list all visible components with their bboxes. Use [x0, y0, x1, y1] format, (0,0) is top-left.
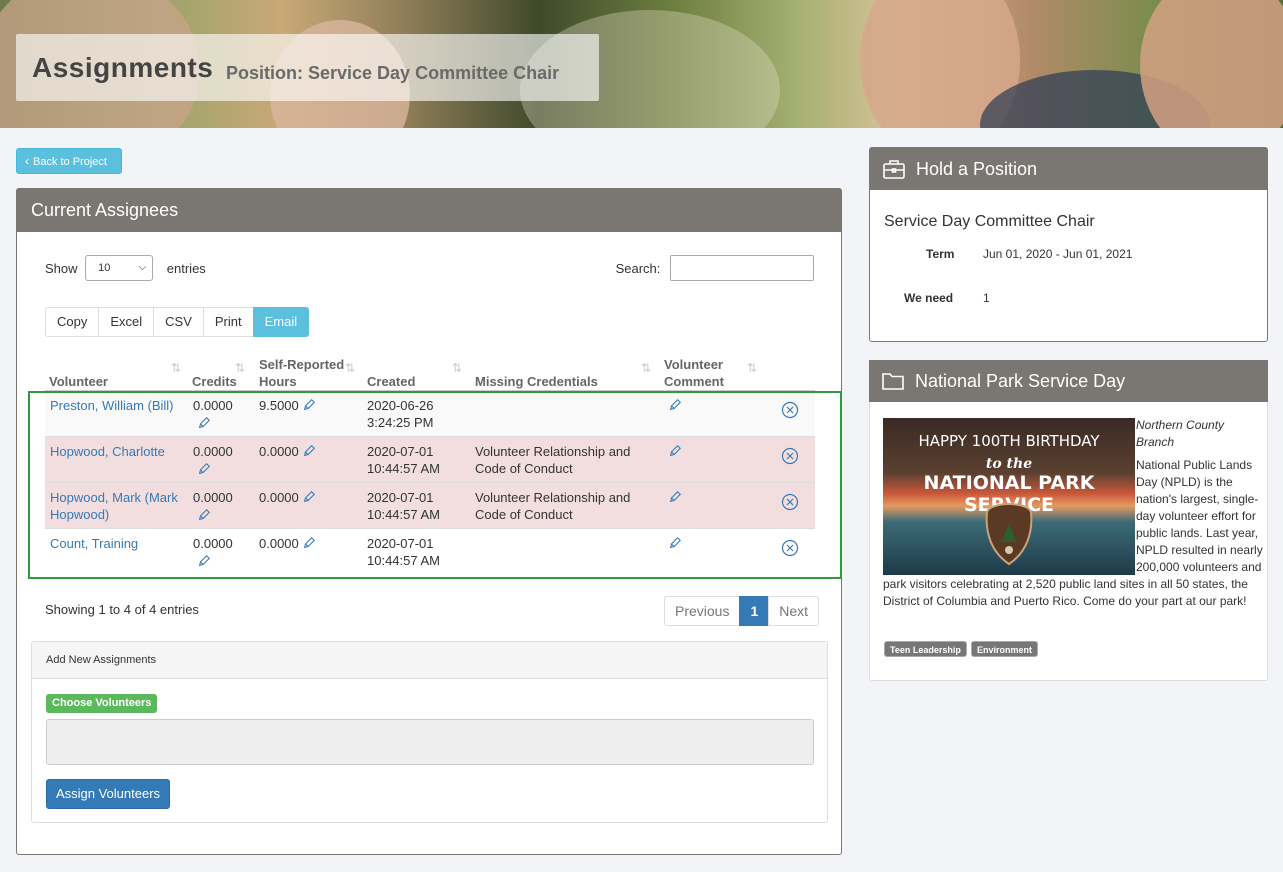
missing-credentials: Volunteer Relationship and Code of Conduc…	[475, 444, 631, 476]
created-date: 2020-06-26 3:24:25 PM	[367, 398, 434, 430]
remove-circle-icon[interactable]	[781, 493, 799, 511]
edit-comment-pencil-icon[interactable]	[668, 533, 682, 550]
column-created[interactable]: Created	[367, 373, 415, 390]
table-row: Preston, William (Bill) 0.0000 9.5000 20…	[45, 391, 815, 437]
chevron-down-icon: ⌵	[138, 262, 147, 273]
folder-icon	[882, 373, 904, 390]
credits-value: 0.0000	[193, 490, 233, 505]
sort-icon[interactable]: ⇅	[452, 361, 462, 375]
project-header: National Park Service Day	[869, 360, 1268, 402]
column-missing-credentials[interactable]: Missing Credentials	[475, 373, 598, 390]
header-banner: Assignments Position: Service Day Commit…	[0, 0, 1283, 128]
assignees-table: Volunteer ⇅ Credits ⇅ Self-Reported Hour…	[45, 355, 815, 573]
table-row: Hopwood, Charlotte 0.0000 0.0000 2020-07…	[45, 437, 815, 483]
hours-value: 0.0000	[259, 490, 299, 505]
export-buttons: Copy Excel CSV Print Email	[45, 307, 310, 337]
choose-volunteers-button[interactable]: Choose Volunteers	[46, 694, 158, 713]
term-label: Term	[926, 247, 955, 261]
credits-value: 0.0000	[193, 536, 233, 551]
edit-credits-pencil-icon[interactable]	[197, 459, 211, 476]
search-input[interactable]	[670, 255, 814, 281]
hours-value: 0.0000	[259, 536, 299, 551]
briefcase-icon	[883, 160, 905, 179]
next-page-button[interactable]: Next	[768, 596, 820, 626]
page-subtitle: Position: Service Day Committee Chair	[226, 63, 560, 83]
project-panel: National Park Service Day HAPPY 100TH BI…	[869, 360, 1268, 681]
page-title: Assignments	[32, 52, 214, 83]
remove-circle-icon[interactable]	[781, 447, 799, 465]
hold-position-header: Hold a Position	[870, 148, 1267, 190]
column-credits[interactable]: Credits	[192, 373, 237, 390]
hours-value: 9.5000	[259, 398, 299, 413]
page-title-box: Assignments Position: Service Day Commit…	[16, 34, 599, 101]
column-volunteer[interactable]: Volunteer	[49, 373, 108, 390]
sort-icon[interactable]: ⇅	[641, 361, 651, 375]
table-row: Count, Training 0.0000 0.0000 2020-07-01…	[45, 529, 815, 573]
print-button[interactable]: Print	[202, 307, 254, 337]
created-date: 2020-07-01 10:44:57 AM	[367, 490, 440, 522]
credits-value: 0.0000	[193, 398, 233, 413]
sort-icon[interactable]: ⇅	[345, 361, 355, 375]
volunteer-link[interactable]: Preston, William (Bill)	[50, 397, 190, 414]
excel-button[interactable]: Excel	[98, 307, 155, 337]
panel-title: Current Assignees	[17, 189, 841, 232]
edit-credits-pencil-icon[interactable]	[197, 551, 211, 568]
page-1-button[interactable]: 1	[739, 596, 770, 626]
project-description: National Public Lands Day (NPLD) is the …	[883, 458, 1263, 608]
edit-credits-pencil-icon[interactable]	[197, 505, 211, 522]
tag-environment[interactable]: Environment	[971, 641, 1039, 657]
column-hours-line1[interactable]: Self-Reported	[259, 356, 344, 373]
edit-hours-pencil-icon[interactable]	[302, 487, 316, 504]
assign-volunteers-button[interactable]: Assign Volunteers	[46, 779, 170, 809]
volunteer-link[interactable]: Hopwood, Mark (Mark Hopwood)	[50, 489, 190, 523]
position-name: Service Day Committee Chair	[884, 213, 1095, 230]
edit-comment-pencil-icon[interactable]	[668, 395, 682, 412]
back-to-project-button[interactable]: ‹ Back to Project	[16, 148, 122, 174]
csv-button[interactable]: CSV	[153, 307, 204, 337]
edit-hours-pencil-icon[interactable]	[302, 441, 316, 458]
need-value: 1	[983, 291, 990, 305]
volunteers-textarea[interactable]	[46, 719, 814, 765]
edit-comment-pencil-icon[interactable]	[668, 487, 682, 504]
created-date: 2020-07-01 10:44:57 AM	[367, 536, 440, 568]
volunteer-link[interactable]: Count, Training	[50, 535, 190, 552]
column-comment-line2[interactable]: Comment	[664, 373, 724, 390]
table-row: Hopwood, Mark (Mark Hopwood) 0.0000 0.000…	[45, 483, 815, 529]
remove-circle-icon[interactable]	[781, 401, 799, 419]
hold-position-panel: Hold a Position Service Day Committee Ch…	[869, 147, 1268, 342]
credits-value: 0.0000	[193, 444, 233, 459]
table-info: Showing 1 to 4 of 4 entries	[45, 602, 199, 617]
missing-credentials: Volunteer Relationship and Code of Conduc…	[475, 490, 631, 522]
edit-hours-pencil-icon[interactable]	[302, 533, 316, 550]
hours-value: 0.0000	[259, 444, 299, 459]
remove-circle-icon[interactable]	[781, 539, 799, 557]
email-button[interactable]: Email	[252, 307, 310, 337]
column-hours-line2[interactable]: Hours	[259, 373, 297, 390]
sort-icon[interactable]: ⇅	[747, 361, 757, 375]
chevron-left-icon: ‹	[25, 154, 29, 168]
edit-hours-pencil-icon[interactable]	[302, 395, 316, 412]
edit-comment-pencil-icon[interactable]	[668, 441, 682, 458]
sort-icon[interactable]: ⇅	[235, 361, 245, 375]
pagination: Previous 1 Next	[664, 596, 820, 626]
add-assignments-title: Add New Assignments	[32, 642, 827, 679]
term-value: Jun 01, 2020 - Jun 01, 2021	[983, 247, 1133, 261]
page-size-select[interactable]: 10 ⌵	[85, 255, 154, 281]
copy-button[interactable]: Copy	[45, 307, 100, 337]
search-control: Search:	[616, 255, 814, 281]
page-size-control: Show 10 ⌵ entries	[45, 255, 206, 281]
edit-credits-pencil-icon[interactable]	[197, 413, 211, 430]
volunteer-link[interactable]: Hopwood, Charlotte	[50, 443, 190, 460]
add-assignments-box: Add New Assignments Choose Volunteers As…	[31, 641, 828, 823]
project-organization: Northern County Branch	[1136, 418, 1225, 449]
sort-icon[interactable]: ⇅	[171, 361, 181, 375]
created-date: 2020-07-01 10:44:57 AM	[367, 444, 440, 476]
need-label: We need	[904, 291, 954, 305]
current-assignees-panel: Current Assignees Show 10 ⌵ entries Searc…	[16, 188, 842, 855]
tag-teen-leadership[interactable]: Teen Leadership	[884, 641, 967, 657]
table-header: Volunteer ⇅ Credits ⇅ Self-Reported Hour…	[45, 355, 815, 391]
column-comment-line1[interactable]: Volunteer	[664, 356, 723, 373]
previous-page-button[interactable]: Previous	[664, 596, 741, 626]
